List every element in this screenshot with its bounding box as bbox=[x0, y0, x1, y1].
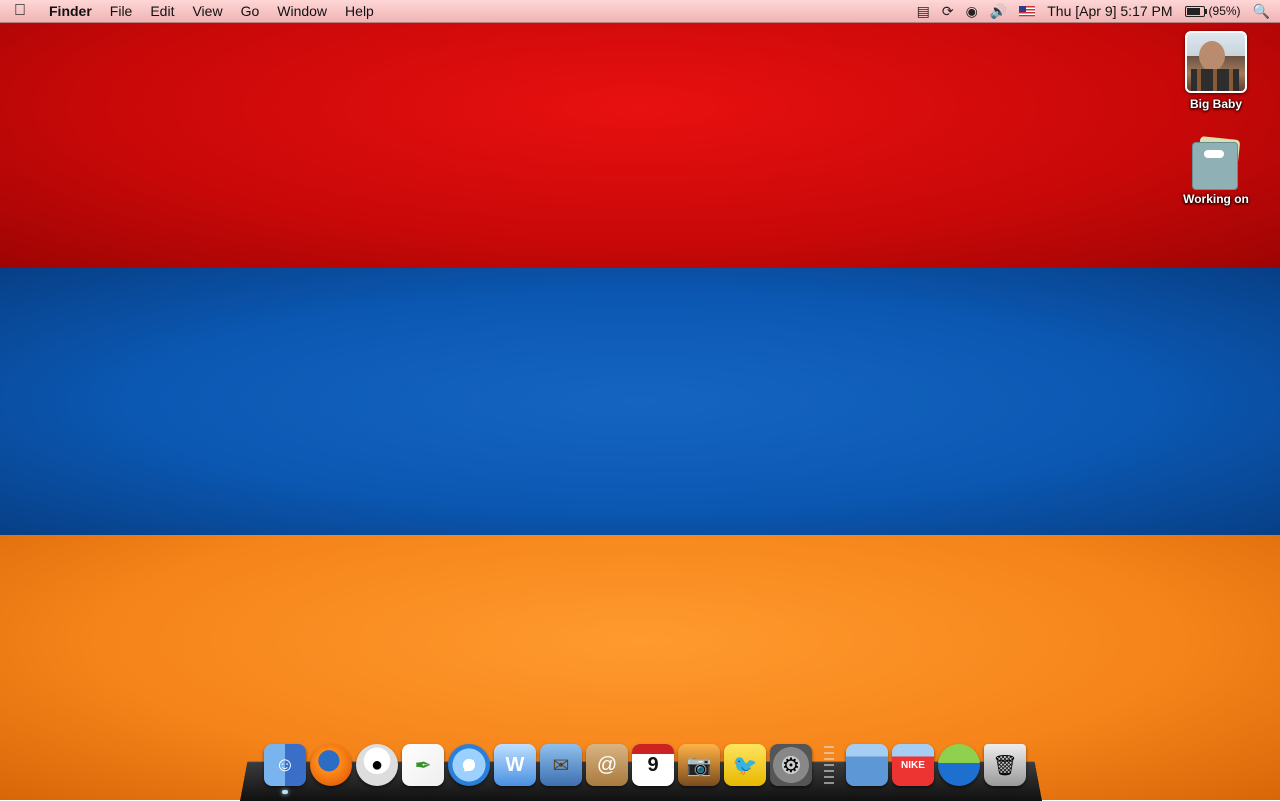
menu-help[interactable]: Help bbox=[336, 3, 383, 19]
wallpaper-red-stripe bbox=[0, 0, 1280, 268]
wallpaper-blue-stripe bbox=[0, 268, 1280, 535]
desktop-icon-big-baby[interactable]: Big Baby bbox=[1171, 31, 1261, 111]
menu-window[interactable]: Window bbox=[268, 3, 336, 19]
mail-icon[interactable]: ✉ bbox=[540, 744, 582, 786]
menu-view[interactable]: View bbox=[183, 3, 231, 19]
stack-adidas-icon[interactable] bbox=[938, 744, 980, 786]
script-icon[interactable]: ▤ bbox=[917, 3, 930, 20]
running-indicator bbox=[282, 790, 288, 794]
photo-thumbnail-icon bbox=[1185, 31, 1247, 93]
firefox-icon[interactable] bbox=[310, 744, 352, 786]
app-menu-finder[interactable]: Finder bbox=[40, 3, 101, 19]
battery-level-fill bbox=[1186, 7, 1200, 15]
system-preferences-icon[interactable]: ⚙ bbox=[770, 744, 812, 786]
menu-bar:  Finder File Edit View Go Window Help ▤… bbox=[0, 0, 1280, 23]
wifi-icon[interactable]: ◉ bbox=[966, 3, 978, 20]
volume-icon[interactable]: 🔊 bbox=[990, 3, 1007, 20]
sync-icon[interactable]: ⟳ bbox=[942, 3, 954, 20]
pen-icon[interactable]: ✒ bbox=[402, 744, 444, 786]
dock: ☺ ● ✒ ♫ W ✉ @ 9 📷 🐦 ⚙ NIKE 🗑 bbox=[264, 738, 1026, 794]
stack-label: NIKE bbox=[901, 759, 925, 771]
stack-folder-icon[interactable] bbox=[846, 744, 888, 786]
document-folder-icon bbox=[1190, 136, 1242, 190]
us-flag-input-icon[interactable] bbox=[1019, 5, 1036, 17]
battery-percent: (95%) bbox=[1208, 4, 1241, 18]
calendar-day: 9 bbox=[647, 753, 659, 776]
finder-icon[interactable]: ☺ bbox=[264, 744, 306, 794]
calendar-icon[interactable]: 9 bbox=[632, 744, 674, 786]
itunes-icon[interactable]: ♫ bbox=[448, 744, 490, 786]
desktop-icon-label: Big Baby bbox=[1189, 97, 1242, 111]
iphoto-icon[interactable]: 📷 bbox=[678, 744, 720, 786]
desktop-icon-label: Working on bbox=[1183, 192, 1249, 206]
menubar-clock[interactable]: Thu [Apr 9] 5:17 PM bbox=[1047, 3, 1172, 19]
trash-icon[interactable]: 🗑 bbox=[984, 744, 1026, 786]
dock-separator[interactable] bbox=[824, 746, 834, 786]
apple-menu-icon[interactable]:  bbox=[0, 2, 40, 20]
battery-status[interactable]: (95%) bbox=[1184, 4, 1241, 18]
twitter-bird-icon[interactable]: 🐦 bbox=[724, 744, 766, 786]
menu-file[interactable]: File bbox=[101, 3, 142, 19]
walle-icon[interactable]: ● bbox=[356, 744, 398, 786]
desktop-icon-working-on[interactable]: Working on bbox=[1171, 136, 1261, 206]
menu-go[interactable]: Go bbox=[232, 3, 269, 19]
word-icon[interactable]: W bbox=[494, 744, 536, 786]
stack-folder-nike-icon[interactable]: NIKE bbox=[892, 744, 934, 786]
menu-edit[interactable]: Edit bbox=[141, 3, 183, 19]
battery-icon bbox=[1184, 5, 1207, 17]
address-book-icon[interactable]: @ bbox=[586, 744, 628, 786]
spotlight-search-icon[interactable]: 🔍 bbox=[1253, 3, 1270, 20]
